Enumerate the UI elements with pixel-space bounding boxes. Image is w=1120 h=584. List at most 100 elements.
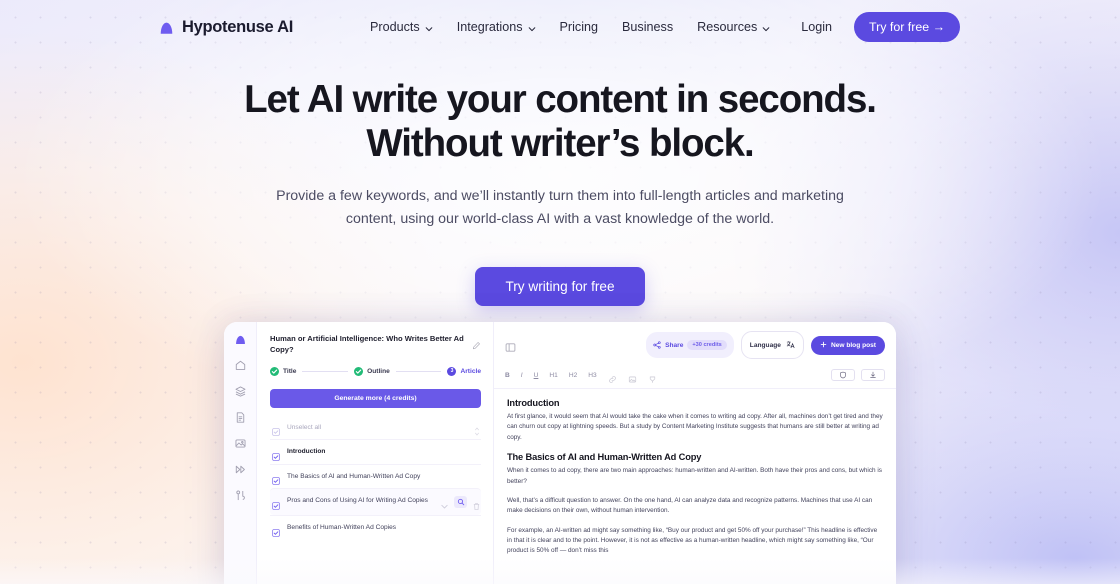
checkbox-icon[interactable] [272,497,280,510]
nav-item-label: Integrations [456,20,523,34]
editor-panel: Share +30 credits Language New blog post… [494,322,896,584]
trash-icon[interactable] [472,498,481,510]
headline-line-2: Without writer’s block. [366,121,754,165]
hero-subheading: Provide a few keywords, and we’ll instan… [276,188,844,227]
document-icon[interactable] [234,411,247,424]
fast-forward-icon[interactable] [234,463,247,476]
step-outline[interactable]: Outline [354,366,390,376]
pencil-icon[interactable] [472,337,481,350]
nav-item-label: Pricing [559,20,599,34]
italic-button[interactable]: I [521,372,523,379]
article-body[interactable]: Introduction At first glance, it would s… [494,389,896,584]
step-title[interactable]: Title [270,366,297,376]
step-number-badge: 3 [447,366,457,376]
generate-more-button[interactable]: Generate more (4 credits) [270,388,481,408]
nav-item-resources[interactable]: Resources [697,20,770,34]
language-label: Language [749,341,781,349]
brand-logo[interactable]: Hypotenuse AI [158,18,293,37]
list-item[interactable]: Benefits of Human-Written Ad Copies [270,515,481,540]
page-title: Let AI write your content in seconds. Wi… [0,78,1120,165]
share-label: Share [665,341,684,349]
chevron-down-icon [425,22,433,32]
app-preview-window: Human or Artificial Intelligence: Who Wr… [224,322,896,584]
step-label: Title [283,367,297,375]
outline-item-label: Pros and Cons of Using AI for Writing Ad… [287,497,428,505]
panel-toggle-icon[interactable] [505,340,516,352]
unselect-all-label: Unselect all [287,423,322,431]
heading-3-button[interactable]: H3 [588,372,596,379]
nav-item-integrations[interactable]: Integrations [457,20,536,34]
editor-top-bar: Share +30 credits Language New blog post [494,322,896,366]
editor-actions: Share +30 credits Language New blog post [646,331,885,359]
highlighter-icon[interactable] [648,371,657,383]
shield-icon[interactable] [831,369,855,381]
arch-logo-icon[interactable] [234,333,247,346]
step-label: Outline [367,367,390,375]
chevron-down-icon[interactable] [440,498,449,509]
article-paragraph: At first glance, it would seem that AI w… [507,413,883,441]
app-sidebar-rail [224,322,257,584]
landing-page: Hypotenuse AI Products Integrations Pric… [0,0,1120,584]
checkbox-icon[interactable] [272,423,280,436]
outline-item-label: Benefits of Human-Written Ad Copies [287,524,397,532]
share-icon [653,336,661,354]
sort-icon[interactable] [473,423,481,435]
nav-item-label: Products [370,20,420,34]
new-blog-post-label: New blog post [830,341,876,349]
heading-1-button[interactable]: H1 [549,372,557,379]
editor-format-toolbar: B I U H1 H2 H3 [494,366,896,389]
try-writing-for-free-button[interactable]: Try writing for free [475,267,645,306]
step-connector [395,370,442,372]
list-item[interactable]: Pros and Cons of Using AI for Writing Ad… [270,488,481,516]
step-connector [302,370,349,372]
nav-item-pricing[interactable]: Pricing [560,20,599,34]
outline-item-label: Introduction [287,448,326,456]
article-paragraph: When it comes to ad copy, there are two … [507,467,882,485]
share-button[interactable]: Share +30 credits [646,332,734,358]
outline-row-actions [440,496,481,510]
outline-list: Unselect all Introduction The Basics of … [270,416,481,540]
new-blog-post-button[interactable]: New blog post [810,335,885,355]
login-link[interactable]: Login [801,20,832,34]
article-heading: The Basics of AI and Human-Written Ad Co… [507,452,702,463]
step-article[interactable]: 3 Article [447,366,481,376]
article-heading: Introduction [507,398,560,408]
home-icon[interactable] [234,359,247,372]
document-title-row: Human or Artificial Intelligence: Who Wr… [270,334,481,356]
outline-item-label: The Basics of AI and Human-Written Ad Co… [287,472,421,480]
tools-icon[interactable] [234,489,247,502]
list-item[interactable]: The Basics of AI and Human-Written Ad Co… [270,463,481,489]
editor-toolbar-right [831,369,885,381]
check-icon [270,366,279,376]
image-icon[interactable] [628,371,637,382]
workflow-stepper: Title Outline 3 Article [270,366,481,376]
layers-icon[interactable] [234,385,247,398]
unselect-all-row[interactable]: Unselect all [270,416,481,440]
download-icon[interactable] [861,369,885,381]
translate-icon [786,336,795,354]
chevron-down-icon [762,22,770,32]
checkbox-icon[interactable] [272,524,280,537]
language-button[interactable]: Language [740,331,804,359]
check-icon [354,366,364,376]
nav-actions: Login Try for free → [801,12,960,42]
list-item[interactable]: Introduction [270,439,481,464]
plus-icon [820,341,827,350]
try-for-free-button[interactable]: Try for free → [854,12,960,42]
document-title: Human or Artificial Intelligence: Who Wr… [270,334,464,354]
nav-item-products[interactable]: Products [370,20,433,34]
heading-2-button[interactable]: H2 [569,372,577,379]
article-paragraph: Well, that’s a difficult question to ans… [507,496,873,515]
underline-button[interactable]: U [534,372,539,379]
arch-logo-icon [158,19,175,36]
brand-name: Hypotenuse AI [182,17,294,36]
image-icon[interactable] [234,437,247,450]
hero-section: Let AI write your content in seconds. Wi… [0,78,1120,306]
magnifier-icon[interactable] [454,496,467,509]
step-label: Article [460,367,481,375]
checkbox-icon[interactable] [272,472,280,486]
nav-item-business[interactable]: Business [622,20,673,34]
link-icon[interactable] [608,371,617,383]
bold-button[interactable]: B [505,372,510,379]
checkbox-icon[interactable] [272,448,280,461]
